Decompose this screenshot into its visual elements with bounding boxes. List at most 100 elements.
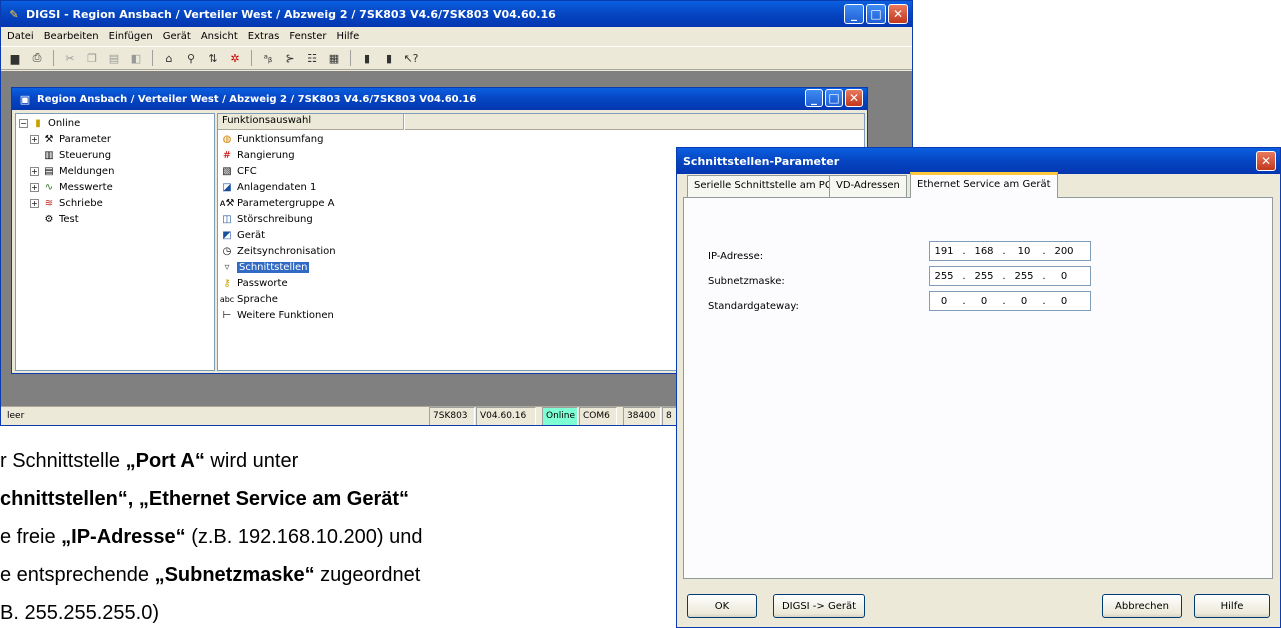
status-device: 7SK803 (429, 407, 475, 425)
menu-bearbeiten[interactable]: Bearbeiten (44, 31, 99, 42)
expand-icon[interactable]: + (30, 166, 39, 176)
cut-icon[interactable]: ✂ (62, 50, 78, 66)
ok-button[interactable]: OK (687, 594, 757, 618)
inner-title-bar[interactable]: ▣ Region Ansbach / Verteiler West / Abzw… (12, 88, 867, 110)
menu-einfuegen[interactable]: Einfügen (109, 31, 153, 42)
tree-root-online[interactable]: − ▮ Online (19, 115, 80, 131)
text-run: e entsprechende (0, 564, 155, 586)
inner-close-button[interactable]: ✕ (845, 89, 863, 107)
menu-geraet[interactable]: Gerät (163, 31, 191, 42)
function-funktionsumfang[interactable]: ◍ Funktionsumfang (220, 131, 324, 147)
function-label: Sprache (237, 293, 278, 305)
tool-icon[interactable]: ⇅ (205, 50, 221, 66)
parameter-group-icon: ᴀ⚒ (219, 197, 235, 209)
tab-ethernet-service[interactable]: Ethernet Service am Gerät (910, 172, 1058, 198)
tree-item-test[interactable]: ⚙ Test (42, 211, 79, 227)
expand-icon[interactable]: + (30, 134, 39, 144)
tool-icon[interactable]: ▮ (359, 50, 375, 66)
menu-ansicht[interactable]: Ansicht (201, 31, 238, 42)
menu-extras[interactable]: Extras (248, 31, 280, 42)
function-label: Anlagendaten 1 (237, 181, 317, 193)
dialog-title-bar[interactable]: Schnittstellen-Parameter ✕ (677, 148, 1280, 174)
cfc-icon: ▧ (222, 165, 232, 177)
tool-icon[interactable]: ⊱ (282, 50, 298, 66)
function-cfc[interactable]: ▧ CFC (220, 163, 256, 179)
separator: . (962, 245, 966, 257)
function-geraet[interactable]: ◩ Gerät (220, 227, 265, 243)
tree-item-label: Parameter (59, 133, 112, 145)
inner-maximize-button[interactable]: □ (825, 89, 843, 107)
tool-icon[interactable]: ⚲ (183, 50, 199, 66)
tool-icon[interactable]: ▦ (326, 50, 342, 66)
save-icon[interactable]: ▆ (7, 50, 23, 66)
function-sprache[interactable]: abc Sprache (220, 291, 278, 307)
separator: . (1002, 245, 1006, 257)
separator: . (1002, 270, 1006, 282)
toolbar-separator (251, 50, 252, 66)
tree-item-steuerung[interactable]: ▥ Steuerung (42, 147, 111, 163)
ip-octet: 0 (1060, 295, 1068, 307)
maximize-button[interactable]: □ (866, 4, 886, 24)
inner-minimize-button[interactable]: _ (805, 89, 823, 107)
device-settings-icon: ◩ (222, 229, 232, 241)
function-scope-icon: ◍ (222, 133, 232, 145)
separator: . (1042, 295, 1046, 307)
tab-vd-addresses[interactable]: VD-Adressen (829, 175, 907, 197)
function-anlagendaten[interactable]: ◪ Anlagendaten 1 (220, 179, 316, 195)
expand-icon[interactable]: + (30, 198, 39, 208)
body-text-line-2: chnittstellen“, „Ethernet Service am Ger… (0, 488, 409, 511)
function-passworte[interactable]: ⚷ Passworte (220, 275, 287, 291)
paste-icon[interactable]: ▤ (106, 50, 122, 66)
tree-item-label: Steuerung (59, 149, 112, 161)
tree-item-meldungen[interactable]: + ▤ Meldungen (30, 163, 114, 179)
menu-bar: Datei Bearbeiten Einfügen Gerät Ansicht … (1, 27, 912, 45)
tree-item-parameter[interactable]: + ⚒ Parameter (30, 131, 111, 147)
function-stoerschreibung[interactable]: ◫ Störschreibung (220, 211, 312, 227)
digsi-app-icon: ✎ (9, 7, 19, 21)
tool-icon[interactable]: ▮ (381, 50, 397, 66)
separator: . (1042, 270, 1046, 282)
language-icon: abc (219, 294, 235, 304)
ip-octet: 200 (1054, 245, 1074, 257)
subnet-mask-input[interactable]: 255. 255. 255. 0 (929, 266, 1091, 286)
function-zeitsynchronisation[interactable]: ◷ Zeitsynchronisation (220, 243, 336, 259)
digsi-to-device-button[interactable]: DIGSI -> Gerät (773, 594, 865, 618)
function-label: Gerät (237, 229, 266, 241)
clock-icon: ◷ (222, 245, 232, 257)
toolbar-separator (350, 50, 351, 66)
tree-item-messwerte[interactable]: + ∿ Messwerte (30, 179, 113, 195)
function-weitere[interactable]: ⊢ Weitere Funktionen (220, 307, 334, 323)
close-button[interactable]: ✕ (888, 4, 908, 24)
text-run-bold: „Port A“ (125, 450, 205, 472)
function-parametergruppe[interactable]: ᴀ⚒ Parametergruppe A (220, 195, 335, 211)
tool-icon[interactable]: ᵃᵦ (260, 50, 276, 66)
tool-icon[interactable]: ⌂ (161, 50, 177, 66)
tab-serial-pc[interactable]: Serielle Schnittstelle am PC (687, 175, 839, 197)
gateway-input[interactable]: 0. 0. 0. 0 (929, 291, 1091, 311)
cancel-button[interactable]: Abbrechen (1102, 594, 1182, 618)
properties-icon[interactable]: ◧ (128, 50, 144, 66)
menu-fenster[interactable]: Fenster (289, 31, 326, 42)
subnet-mask-label: Subnetzmaske: (708, 276, 785, 287)
tool-icon[interactable]: ☷ (304, 50, 320, 66)
expand-icon[interactable]: + (30, 182, 39, 192)
menu-hilfe[interactable]: Hilfe (336, 31, 359, 42)
menu-datei[interactable]: Datei (7, 31, 34, 42)
collapse-icon[interactable]: − (19, 118, 28, 128)
list-header[interactable]: Funktionsauswahl (218, 114, 404, 130)
minimize-button[interactable]: _ (844, 4, 864, 24)
ip-address-input[interactable]: 191. 168. 10. 200 (929, 241, 1091, 261)
main-title-bar[interactable]: ✎ DIGSI - Region Ansbach / Verteiler Wes… (1, 1, 912, 27)
dialog-close-button[interactable]: ✕ (1256, 151, 1276, 171)
context-help-icon[interactable]: ↖? (403, 50, 419, 66)
tool-icon[interactable]: ✲ (227, 50, 243, 66)
body-text-line-1: r Schnittstelle „Port A“ wird unter (0, 450, 298, 473)
device-icon: ▮ (35, 117, 41, 129)
tree-item-schriebe[interactable]: + ≋ Schriebe (30, 195, 103, 211)
copy-icon[interactable]: ❐ (84, 50, 100, 66)
print-icon[interactable]: ⎙ (29, 50, 45, 66)
tree-item-label: Meldungen (59, 165, 115, 177)
function-rangierung[interactable]: # Rangierung (220, 147, 295, 163)
function-schnittstellen[interactable]: ▿ Schnittstellen (220, 259, 310, 275)
help-button[interactable]: Hilfe (1194, 594, 1270, 618)
